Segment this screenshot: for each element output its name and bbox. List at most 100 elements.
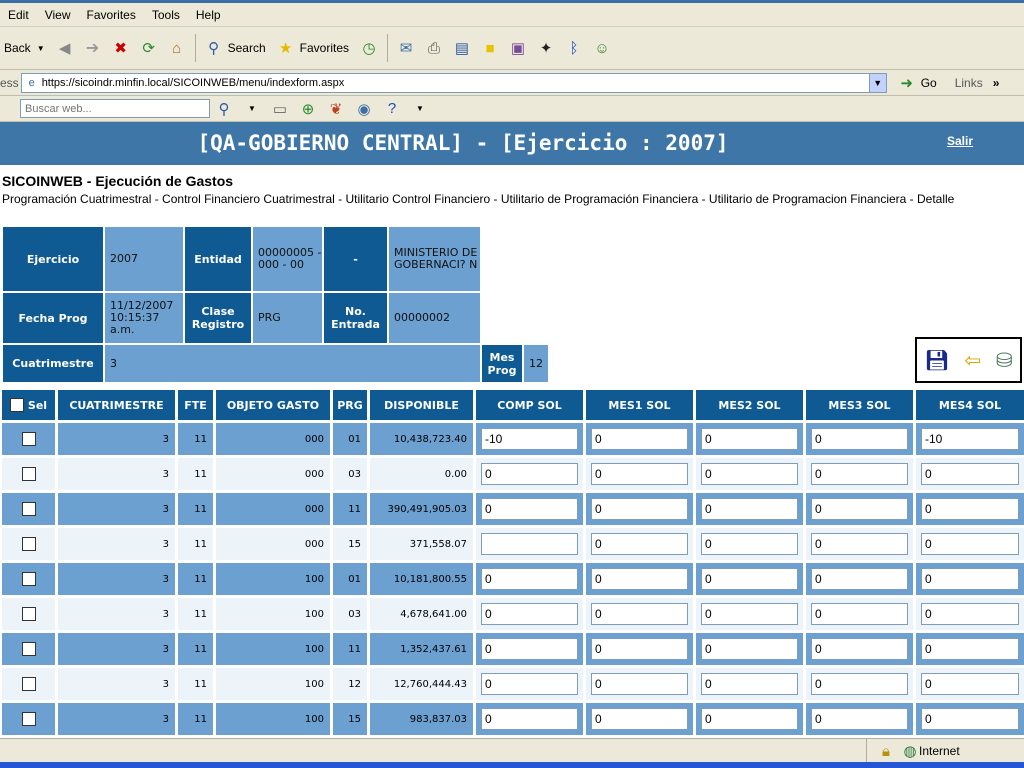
note-icon[interactable]: ■ — [479, 37, 501, 59]
header-sel[interactable]: Sel — [2, 390, 55, 420]
back-button[interactable]: Back ▼ — [0, 41, 45, 55]
mes2-sol-input[interactable] — [701, 603, 798, 625]
mes4-sol-input[interactable] — [921, 708, 1019, 730]
stop-icon[interactable]: ✖ — [110, 37, 132, 59]
mes3-sol-input[interactable] — [811, 428, 908, 450]
mes1-sol-input[interactable] — [591, 638, 688, 660]
mes1-sol-input[interactable] — [591, 463, 688, 485]
comp-sol-input[interactable] — [481, 708, 578, 730]
comp-sol-input[interactable] — [481, 638, 578, 660]
select-all-checkbox[interactable] — [9, 398, 24, 412]
mes3-sol-input[interactable] — [811, 533, 908, 555]
mes1-sol-input[interactable] — [591, 498, 688, 520]
bluetooth-icon[interactable]: ᛒ — [563, 37, 585, 59]
mes2-sol-input[interactable] — [701, 638, 798, 660]
add-icon[interactable]: ⊕ — [297, 98, 319, 120]
mes2-sol-cell — [696, 493, 803, 525]
row-checkbox[interactable] — [21, 642, 36, 656]
links-label[interactable]: Links — [955, 76, 983, 90]
help-icon[interactable]: ? — [381, 98, 403, 120]
mes4-sol-input[interactable] — [921, 568, 1019, 590]
comp-sol-input[interactable] — [481, 428, 578, 450]
messenger-butterfly-icon[interactable]: ❦ — [325, 98, 347, 120]
mes3-sol-cell — [806, 528, 913, 560]
web-search-input[interactable] — [20, 99, 210, 118]
save-icon[interactable]: 💾︎ — [924, 348, 949, 373]
mes3-sol-input[interactable] — [811, 568, 908, 590]
menu-favorites[interactable]: Favorites — [78, 8, 143, 22]
forward-button-icon[interactable]: ➔ — [82, 37, 104, 59]
menu-tools[interactable]: Tools — [144, 8, 188, 22]
mes3-sol-input[interactable] — [811, 638, 908, 660]
comp-sol-input[interactable] — [481, 568, 578, 590]
row-checkbox[interactable] — [21, 432, 36, 446]
menu-help[interactable]: Help — [188, 8, 229, 22]
menu-edit[interactable]: Edit — [0, 8, 37, 22]
row-checkbox[interactable] — [21, 537, 36, 551]
refresh-icon[interactable]: ⟳ — [138, 37, 160, 59]
mes1-sol-input[interactable] — [591, 603, 688, 625]
comp-sol-input[interactable] — [481, 533, 578, 555]
mes4-sol-input[interactable] — [921, 498, 1019, 520]
go-button[interactable]: ➜ Go — [893, 72, 936, 94]
search-dropdown-icon[interactable]: ▼ — [241, 98, 263, 120]
highlight-icon[interactable]: ▭ — [269, 98, 291, 120]
back-dropdown-icon[interactable]: ▼ — [37, 44, 45, 53]
mes2-sol-input[interactable] — [701, 673, 798, 695]
row-checkbox[interactable] — [21, 502, 36, 516]
mes4-sol-input[interactable] — [921, 638, 1019, 660]
back-arrow-icon[interactable]: ◀ — [54, 37, 76, 59]
row-checkbox[interactable] — [21, 677, 36, 691]
mes1-sol-input[interactable] — [591, 708, 688, 730]
mes4-sol-input[interactable] — [921, 463, 1019, 485]
row-checkbox[interactable] — [21, 572, 36, 586]
history-icon[interactable]: ◷ — [358, 37, 380, 59]
links-chevron-icon[interactable]: » — [993, 76, 1000, 90]
menu-view[interactable]: View — [37, 8, 79, 22]
mail-icon[interactable]: ✉ — [395, 37, 417, 59]
mes2-sol-input[interactable] — [701, 498, 798, 520]
mes1-sol-input[interactable] — [591, 428, 688, 450]
address-input[interactable]: e https://sicoindr.minfin.local/SICOINWE… — [20, 72, 887, 93]
search-button[interactable]: ⚲ Search — [200, 37, 266, 59]
mes1-sol-input[interactable] — [591, 533, 688, 555]
comp-sol-input[interactable] — [481, 463, 578, 485]
mes4-sol-input[interactable] — [921, 673, 1019, 695]
print-icon[interactable]: ⎙ — [423, 37, 445, 59]
comp-sol-input[interactable] — [481, 498, 578, 520]
address-dropdown-icon[interactable]: ▼ — [868, 73, 886, 92]
more-dropdown-icon[interactable]: ▼ — [409, 98, 431, 120]
mes1-sol-input[interactable] — [591, 673, 688, 695]
logout-link[interactable]: Salir — [947, 134, 973, 148]
home-icon[interactable]: ⌂ — [166, 37, 188, 59]
mes2-sol-input[interactable] — [701, 533, 798, 555]
search-go-icon[interactable]: ⚲ — [213, 98, 235, 120]
mes3-sol-input[interactable] — [811, 603, 908, 625]
database-icon[interactable]: ⛁ — [996, 348, 1013, 373]
mes4-sol-input[interactable] — [921, 533, 1019, 555]
people-icon[interactable]: ☺ — [591, 37, 613, 59]
shield-icon[interactable]: ◉ — [353, 98, 375, 120]
mes3-sol-input[interactable] — [811, 498, 908, 520]
mes4-sol-input[interactable] — [921, 428, 1019, 450]
comp-sol-input[interactable] — [481, 603, 578, 625]
row-checkbox[interactable] — [21, 712, 36, 726]
row-checkbox[interactable] — [21, 607, 36, 621]
messenger-icon[interactable]: ✦ — [535, 37, 557, 59]
edit-icon[interactable]: ▤ — [451, 37, 473, 59]
mes4-sol-input[interactable] — [921, 603, 1019, 625]
research-icon[interactable]: ▣ — [507, 37, 529, 59]
cuatrimestre-cell: 3 — [58, 493, 175, 525]
mes3-sol-input[interactable] — [811, 463, 908, 485]
mes3-sol-input[interactable] — [811, 708, 908, 730]
mes2-sol-input[interactable] — [701, 568, 798, 590]
row-checkbox[interactable] — [21, 467, 36, 481]
mes2-sol-input[interactable] — [701, 463, 798, 485]
mes3-sol-input[interactable] — [811, 673, 908, 695]
mes2-sol-input[interactable] — [701, 428, 798, 450]
favorites-button[interactable]: ★ Favorites — [272, 37, 349, 59]
comp-sol-input[interactable] — [481, 673, 578, 695]
mes1-sol-input[interactable] — [591, 568, 688, 590]
mes2-sol-input[interactable] — [701, 708, 798, 730]
back-arrow-icon[interactable]: ⇦ — [964, 348, 981, 373]
